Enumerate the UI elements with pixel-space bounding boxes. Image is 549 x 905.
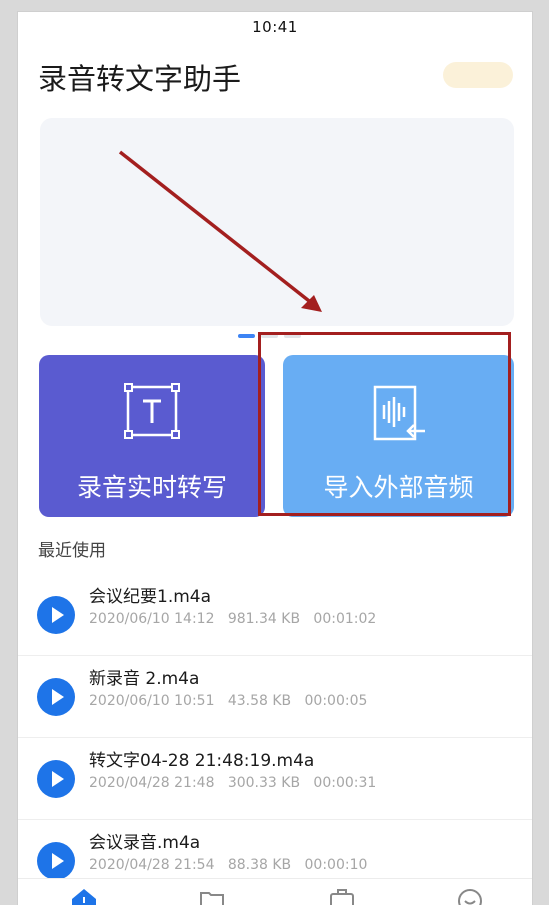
recent-list: 会议纪要1.m4a 2020/06/10 14:12 981.34 KB 00:…	[18, 574, 532, 902]
carousel-dot	[261, 334, 278, 338]
play-icon[interactable]	[37, 760, 75, 798]
file-name: 转文字04-28 21:48:19.m4a	[89, 751, 315, 771]
header-badge[interactable]	[443, 62, 513, 88]
folder-icon[interactable]	[198, 887, 226, 905]
import-audio-card[interactable]: 导入外部音频	[283, 355, 514, 517]
app-title: 录音转文字助手	[38, 62, 242, 96]
file-name: 新录音 2.m4a	[89, 669, 200, 689]
carousel-dot	[284, 334, 301, 338]
list-item[interactable]: 新录音 2.m4a 2020/06/10 10:51 43.58 KB 00:0…	[18, 656, 532, 738]
bottom-tab-bar	[18, 878, 532, 905]
text-frame-icon	[124, 383, 180, 443]
file-name: 会议纪要1.m4a	[89, 587, 212, 607]
file-meta: 2020/06/10 14:12 981.34 KB 00:01:02	[89, 611, 377, 627]
realtime-transcribe-label: 录音实时转写	[76, 473, 227, 502]
list-item[interactable]: 转文字04-28 21:48:19.m4a 2020/04/28 21:48 3…	[18, 738, 532, 820]
play-icon[interactable]	[37, 678, 75, 716]
home-icon[interactable]	[70, 887, 98, 905]
smiley-icon[interactable]	[456, 887, 484, 905]
realtime-transcribe-card[interactable]: 录音实时转写	[39, 355, 265, 517]
audio-file-import-icon	[369, 383, 429, 449]
phone-screen: 10:41 录音转文字助手 录音实时转写 导入外部音频 最近使用 会议纪要1.m…	[18, 12, 532, 905]
import-audio-label: 导入外部音频	[323, 473, 474, 502]
list-item[interactable]: 会议纪要1.m4a 2020/06/10 14:12 981.34 KB 00:…	[18, 574, 532, 656]
banner-carousel[interactable]	[40, 118, 514, 326]
file-name: 会议录音.m4a	[89, 833, 201, 853]
file-meta: 2020/04/28 21:48 300.33 KB 00:00:31	[89, 775, 377, 791]
status-time: 10:41	[252, 18, 298, 36]
play-icon[interactable]	[37, 842, 75, 880]
carousel-indicator	[238, 334, 301, 338]
carousel-dot-active	[238, 334, 255, 338]
recent-section-title: 最近使用	[38, 541, 106, 561]
file-meta: 2020/06/10 10:51 43.58 KB 00:00:05	[89, 693, 368, 709]
briefcase-icon[interactable]	[328, 887, 356, 905]
file-meta: 2020/04/28 21:54 88.38 KB 00:00:10	[89, 857, 368, 873]
play-icon[interactable]	[37, 596, 75, 634]
